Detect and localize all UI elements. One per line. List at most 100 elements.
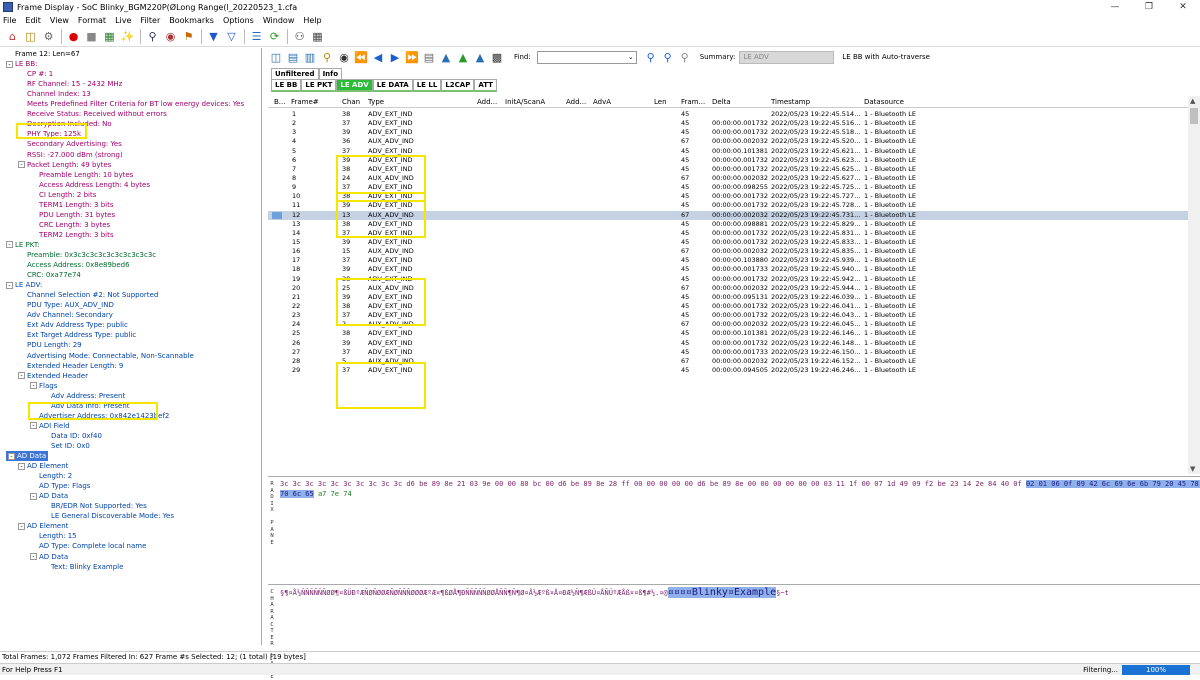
table-row[interactable]: 18 39 ADV_EXT_IND 45 00:00:00.001733 2022/05/… xyxy=(268,265,1188,274)
protocol-tab-att[interactable]: ATT xyxy=(474,79,497,92)
collapse-icon[interactable]: - xyxy=(6,241,13,249)
maximize-button[interactable]: ❐ xyxy=(1132,0,1166,14)
tree-node[interactable]: - AD Data xyxy=(30,552,68,562)
tree-node[interactable]: Advertiser Address: 0x842e1423bef2 xyxy=(39,411,169,421)
chevron-down-icon[interactable]: ⌄ xyxy=(628,53,634,61)
tree-node[interactable]: Preamble Length: 10 bytes xyxy=(39,170,133,180)
table-row[interactable]: 8 24 AUX_ADV_IND 67 00:00:00.002032 2022/05/2… xyxy=(268,174,1188,183)
scroll-up-icon[interactable]: ▲ xyxy=(1190,97,1195,105)
tree-node[interactable]: Receive Status: Received without errors xyxy=(27,109,167,119)
tree-node[interactable]: Length: 15 xyxy=(39,531,77,541)
find-icon[interactable]: ⚲ xyxy=(144,29,161,45)
table-row[interactable]: 17 37 ADV_EXT_IND 45 00:00:00.103880 2022/05/… xyxy=(268,256,1188,265)
tree-node[interactable]: - Extended Header xyxy=(18,371,88,381)
character-pane[interactable]: CHARACTERPANE §¶¤Å½ÑÑÑÑÑÑØØ¶¤ßÜÐºÆÑØÑØØÆ… xyxy=(268,584,1200,680)
protocol-tab-l2cap[interactable]: L2CAP xyxy=(441,79,475,92)
table-row[interactable]: 23 37 ADV_EXT_IND 45 00:00:00.001732 2022/05/… xyxy=(268,311,1188,320)
column-header[interactable]: Chan xyxy=(342,98,360,106)
tree-node[interactable]: AD Type: Complete local name xyxy=(39,541,146,551)
column-header[interactable]: Fram... xyxy=(681,98,705,106)
menu-format[interactable]: Format xyxy=(78,16,106,25)
gear-icon[interactable]: ⚙ xyxy=(40,29,57,45)
tree-node[interactable]: Access Address Length: 4 bytes xyxy=(39,180,150,190)
table-row[interactable]: 3 39 ADV_EXT_IND 45 00:00:00.001732 2022/05/2… xyxy=(268,128,1188,137)
tree-node[interactable]: PDU Length: 31 bytes xyxy=(39,210,115,220)
find-next-icon[interactable]: ⚲ xyxy=(660,50,676,65)
find-prev-icon[interactable]: ⚲ xyxy=(643,50,659,65)
column-header[interactable]: B... xyxy=(274,98,285,106)
table-row[interactable]: 9 37 ADV_EXT_IND 45 00:00:00.098255 2022/05/2… xyxy=(268,183,1188,192)
menu-options[interactable]: Options xyxy=(223,16,254,25)
collapse-icon[interactable]: - xyxy=(30,553,37,560)
tree-node[interactable]: Preamble: 0x3c3c3c3c3c3c3c3c3c3c xyxy=(27,250,156,260)
column-header[interactable]: Timestamp xyxy=(771,98,810,106)
table-row[interactable]: 12 13 AUX_ADV_IND 67 00:00:00.002032 2022/05/… xyxy=(268,210,1188,220)
menu-bookmarks[interactable]: Bookmarks xyxy=(169,16,214,25)
tree-node[interactable]: PDU Length: 29 xyxy=(27,340,82,350)
collapse-icon[interactable]: - xyxy=(18,462,25,470)
protocol-tab-le-data[interactable]: LE DATA xyxy=(372,79,413,92)
column-header[interactable]: Add... xyxy=(566,98,586,106)
tree-node[interactable]: - ADI Field xyxy=(30,421,70,431)
table-scrollbar[interactable]: ▲ ▼ xyxy=(1188,96,1200,474)
pane-layout2-icon[interactable]: ▤ xyxy=(285,50,301,65)
table-row[interactable]: 26 39 ADV_EXT_IND 45 00:00:00.001732 2022/05/… xyxy=(268,339,1188,348)
tree-node[interactable]: AD Type: Flags xyxy=(39,481,90,491)
people-icon[interactable]: ⚇ xyxy=(291,29,308,45)
refresh-icon[interactable]: ⟳ xyxy=(266,29,283,45)
tree-node[interactable]: Ext Adv Address Type: public xyxy=(27,320,128,330)
table-row[interactable]: 15 39 ADV_EXT_IND 45 00:00:00.001732 2022/05/… xyxy=(268,238,1188,247)
table-row[interactable]: 1 38 ADV_EXT_IND 45 2022/05/23 19:22:45.514.… xyxy=(268,110,1188,119)
column-header[interactable]: Add... xyxy=(477,98,497,106)
menu-window[interactable]: Window xyxy=(263,16,295,25)
tree-node[interactable]: - AD Data xyxy=(30,491,68,501)
column-header[interactable]: Len xyxy=(654,98,667,106)
home-icon[interactable]: ⌂ xyxy=(4,29,21,45)
collapse-icon[interactable]: - xyxy=(30,382,37,390)
table-row[interactable]: 25 38 ADV_EXT_IND 45 00:00:00.101381 2022/05/… xyxy=(268,329,1188,338)
view-tab-unfiltered[interactable]: Unfiltered xyxy=(271,68,319,79)
close-button[interactable]: ✕ xyxy=(1166,0,1200,14)
lock-icon[interactable]: ⚲ xyxy=(319,50,335,65)
minimize-button[interactable]: — xyxy=(1098,0,1132,14)
protocol-tab-le-ll[interactable]: LE LL xyxy=(412,79,442,92)
binoculars-icon[interactable]: ◉ xyxy=(336,50,352,65)
protocol-tab-le-bb[interactable]: LE BB xyxy=(271,79,302,92)
column-header[interactable]: InitA/ScanA xyxy=(505,98,545,106)
table-row[interactable]: 4 36 AUX_ADV_IND 67 00:00:00.002032 2022/05/2… xyxy=(268,137,1188,146)
tree-node[interactable]: TERM2 Length: 3 bits xyxy=(39,230,113,240)
collapse-icon[interactable]: - xyxy=(18,372,25,380)
tree-node[interactable]: Meets Predefined Filter Criteria for BT … xyxy=(27,99,244,109)
folder-icon[interactable]: ◫ xyxy=(22,29,39,45)
tree-node[interactable]: Extended Header Length: 9 xyxy=(27,361,123,371)
tree-node[interactable]: - LE BB: xyxy=(6,59,38,69)
table-row[interactable]: 22 38 ADV_EXT_IND 45 00:00:00.001732 2022/05/… xyxy=(268,302,1188,311)
tree-node[interactable]: - LE PKT: xyxy=(6,240,40,250)
table-row[interactable]: 24 2 AUX_ADV_IND 67 00:00:00.002032 2022/05/2… xyxy=(268,320,1188,329)
prev-frame-icon[interactable]: ◀ xyxy=(370,50,386,65)
menu-file[interactable]: File xyxy=(3,16,16,25)
tree-node[interactable]: Data ID: 0xf40 xyxy=(51,431,102,441)
menu-help[interactable]: Help xyxy=(303,16,321,25)
grid-icon[interactable]: ▦ xyxy=(309,29,326,45)
last-frame-icon[interactable]: ⏩ xyxy=(404,50,420,65)
table-row[interactable]: 20 25 AUX_ADV_IND 67 00:00:00.002032 2022/05/… xyxy=(268,284,1188,293)
tree-node[interactable]: - Flags xyxy=(30,381,57,391)
menu-view[interactable]: View xyxy=(50,16,69,25)
filter-edit-icon[interactable]: ▽ xyxy=(223,29,240,45)
table-row[interactable]: 13 38 ADV_EXT_IND 45 00:00:00.098881 2022/05/… xyxy=(268,220,1188,229)
table-row[interactable]: 10 38 ADV_EXT_IND 45 00:00:00.001732 2022/05/… xyxy=(268,192,1188,201)
tree-node[interactable]: BR/EDR Not Supported: Yes xyxy=(51,501,147,511)
tree-node[interactable]: - AD Element xyxy=(18,461,68,471)
column-header[interactable]: AdvA xyxy=(593,98,611,106)
tree-node[interactable]: Secondary Advertising: Yes xyxy=(27,139,122,149)
scroll-thumb[interactable] xyxy=(1190,108,1198,124)
bookmark-icon[interactable]: ⚑ xyxy=(180,29,197,45)
table-row[interactable]: 29 37 ADV_EXT_IND 45 00:00:00.094505 2022/05/… xyxy=(268,366,1188,375)
chart-icon[interactable]: ▲ xyxy=(438,50,454,65)
tree-node[interactable]: - Packet Length: 49 bytes xyxy=(18,160,111,170)
table-row[interactable]: 21 39 ADV_EXT_IND 45 00:00:00.095131 2022/05/… xyxy=(268,293,1188,302)
wand-icon[interactable]: ✨ xyxy=(119,29,136,45)
tree-node[interactable]: Access Address: 0x8e89bed6 xyxy=(27,260,130,270)
collapse-icon[interactable]: - xyxy=(6,281,13,289)
